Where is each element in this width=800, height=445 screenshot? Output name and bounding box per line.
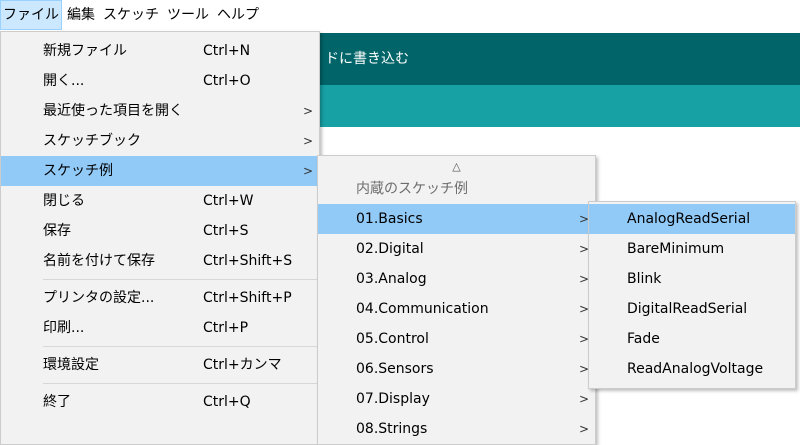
menu-item-shortcut: Ctrl+P: [203, 320, 249, 336]
examples-item-basics[interactable]: 01.Basics >: [318, 204, 595, 234]
chevron-right-icon: >: [578, 422, 589, 436]
chevron-right-icon: >: [302, 104, 313, 118]
basics-item-fade[interactable]: Fade: [589, 324, 795, 354]
menu-item-label: プリンタの設定...: [43, 290, 155, 306]
examples-item-digital[interactable]: 02.Digital >: [318, 234, 595, 264]
menu-item-shortcut: Ctrl+Q: [203, 394, 251, 410]
menu-item-label: 07.Display: [356, 391, 430, 407]
menu-item-shortcut: Ctrl+カンマ: [203, 357, 282, 373]
examples-item-sensors[interactable]: 06.Sensors >: [318, 354, 595, 384]
menu-item-label: ReadAnalogVoltage: [627, 361, 764, 377]
menu-item-shortcut: Ctrl+S: [203, 223, 249, 239]
menu-sketch[interactable]: スケッチ: [100, 0, 162, 30]
basics-item-blink[interactable]: Blink: [589, 264, 795, 294]
menu-item-label: AnalogReadSerial: [627, 211, 751, 227]
menu-item-label: 03.Analog: [356, 271, 427, 287]
chevron-right-icon: >: [302, 164, 313, 178]
menu-item-close[interactable]: 閉じる Ctrl+W: [1, 186, 319, 216]
menu-item-label: 最近使った項目を開く: [43, 103, 183, 119]
menu-item-label: BareMinimum: [627, 241, 725, 257]
examples-item-display[interactable]: 07.Display >: [318, 384, 595, 414]
menu-item-print[interactable]: 印刷... Ctrl+P: [1, 313, 319, 343]
chevron-right-icon: >: [302, 134, 313, 148]
toolbar-tooltip: ドに書き込む: [325, 51, 409, 67]
file-menu-dropdown: 新規ファイル Ctrl+N 開く... Ctrl+O 最近使った項目を開く > …: [0, 31, 320, 445]
menu-item-quit[interactable]: 終了 Ctrl+Q: [1, 387, 319, 417]
menu-item-label: スケッチブック: [43, 133, 141, 149]
menu-item-preferences[interactable]: 環境設定 Ctrl+カンマ: [1, 350, 319, 380]
menu-item-shortcut: Ctrl+Shift+P: [203, 290, 292, 306]
menu-item-label: Fade: [627, 331, 660, 347]
menu-separator: [43, 346, 319, 347]
menu-item-save[interactable]: 保存 Ctrl+S: [1, 216, 319, 246]
menu-item-label: 終了: [43, 394, 71, 410]
menu-item-shortcut: Ctrl+W: [203, 193, 254, 209]
basics-submenu: AnalogReadSerial BareMinimum Blink Digit…: [588, 201, 796, 389]
menu-tools[interactable]: ツール: [164, 0, 212, 30]
menu-separator: [43, 279, 319, 280]
menu-item-shortcut: Ctrl+O: [203, 73, 251, 89]
menu-item-save-as[interactable]: 名前を付けて保存 Ctrl+Shift+S: [1, 246, 319, 276]
menu-item-new[interactable]: 新規ファイル Ctrl+N: [1, 36, 319, 66]
examples-section-header: 内蔵のスケッチ例: [356, 181, 468, 197]
menu-edit[interactable]: 編集: [64, 0, 98, 30]
menu-bar: ファイル 編集 スケッチ ツール ヘルプ: [0, 0, 800, 30]
examples-submenu: △ 内蔵のスケッチ例 01.Basics > 02.Digital > 03.A…: [317, 155, 596, 445]
scroll-up-arrow-icon[interactable]: △: [318, 156, 595, 174]
examples-item-analog[interactable]: 03.Analog >: [318, 264, 595, 294]
menu-item-label: 開く...: [43, 73, 85, 89]
examples-item-strings[interactable]: 08.Strings >: [318, 414, 595, 444]
menu-item-label: 06.Sensors: [356, 361, 434, 377]
menu-item-label: 新規ファイル: [43, 43, 127, 59]
basics-item-analogreadserial[interactable]: AnalogReadSerial: [589, 204, 795, 234]
menu-item-label: 名前を付けて保存: [43, 253, 155, 269]
menu-item-label: Blink: [627, 271, 662, 287]
examples-item-control[interactable]: 05.Control >: [318, 324, 595, 354]
menu-item-page-setup[interactable]: プリンタの設定... Ctrl+Shift+P: [1, 283, 319, 313]
menu-item-examples[interactable]: スケッチ例 >: [1, 156, 319, 186]
menu-item-label: 01.Basics: [356, 211, 423, 227]
menu-item-label: スケッチ例: [43, 163, 113, 179]
menu-item-label: 印刷...: [43, 320, 85, 336]
menu-item-label: DigitalReadSerial: [627, 301, 748, 317]
menu-separator: [43, 383, 319, 384]
menu-item-shortcut: Ctrl+Shift+S: [203, 253, 293, 269]
basics-item-bareminimum[interactable]: BareMinimum: [589, 234, 795, 264]
basics-item-readanalogvoltage[interactable]: ReadAnalogVoltage: [589, 354, 795, 384]
menu-help[interactable]: ヘルプ: [214, 0, 262, 30]
menu-item-label: 環境設定: [43, 357, 99, 373]
menu-item-label: 閉じる: [43, 193, 85, 209]
basics-item-digitalreadserial[interactable]: DigitalReadSerial: [589, 294, 795, 324]
menu-item-label: 04.Communication: [356, 301, 489, 317]
menu-item-shortcut: Ctrl+N: [203, 43, 251, 59]
menu-item-label: 保存: [43, 223, 71, 239]
menu-item-open-recent[interactable]: 最近使った項目を開く >: [1, 96, 319, 126]
menu-item-label: 05.Control: [356, 331, 429, 347]
menu-item-sketchbook[interactable]: スケッチブック >: [1, 126, 319, 156]
examples-item-communication[interactable]: 04.Communication >: [318, 294, 595, 324]
menu-item-label: 02.Digital: [356, 241, 424, 257]
menu-item-label: 08.Strings: [356, 421, 428, 437]
menu-file[interactable]: ファイル: [0, 0, 62, 30]
menu-item-open[interactable]: 開く... Ctrl+O: [1, 66, 319, 96]
